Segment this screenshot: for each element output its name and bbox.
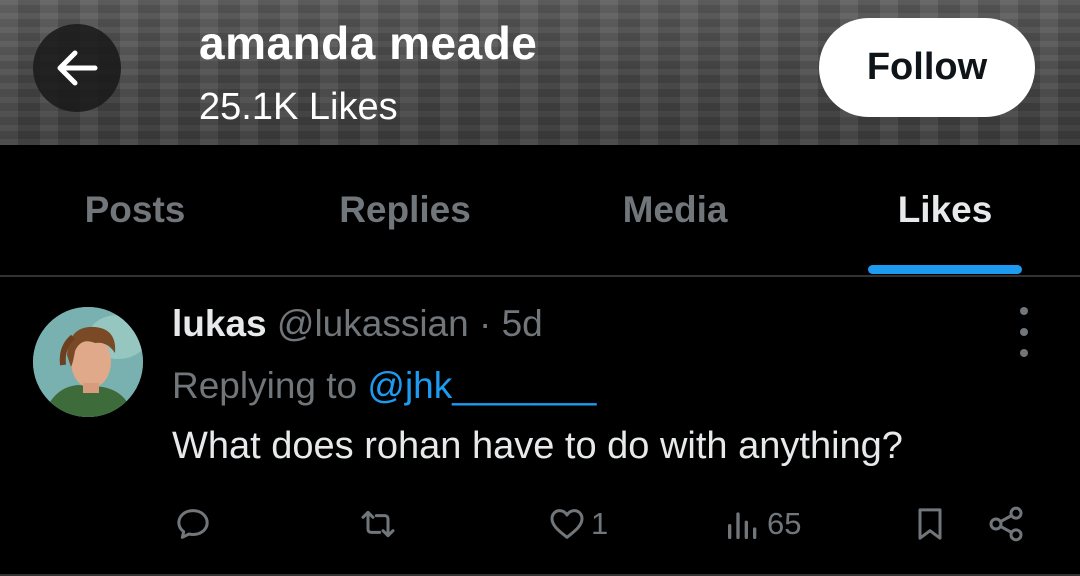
post-text: What does rohan have to do with anything…	[172, 425, 903, 467]
active-tab-indicator	[868, 265, 1022, 274]
back-button[interactable]	[33, 24, 121, 112]
reply-to-handle-link[interactable]: @jhk_______	[367, 365, 596, 406]
more-dot-icon	[1020, 307, 1028, 315]
replying-to-label: Replying to	[172, 365, 358, 406]
arrow-left-icon	[57, 50, 98, 86]
meta-separator: ·	[479, 303, 492, 344]
author-name[interactable]: lukas	[172, 303, 267, 344]
reply-icon	[177, 509, 209, 539]
share-button[interactable]	[986, 499, 1026, 549]
more-options-button[interactable]	[1008, 307, 1040, 357]
profile-tabs: Posts Replies Media Likes	[0, 145, 1080, 277]
like-button[interactable]: 1	[547, 499, 608, 549]
post-time[interactable]: 5d	[502, 303, 543, 344]
author-handle[interactable]: @lukassian	[277, 303, 469, 344]
reply-button[interactable]	[173, 499, 217, 549]
avatar-image	[33, 307, 143, 417]
replying-to: Replying to @jhk_______	[172, 365, 596, 407]
heart-icon	[550, 509, 584, 539]
bookmark-icon	[918, 508, 942, 540]
tab-likes[interactable]: Likes	[810, 145, 1080, 275]
share-icon	[989, 506, 1023, 542]
views-count: 65	[767, 506, 802, 541]
profile-header: amanda meade 25.1K Likes Follow	[0, 0, 1080, 145]
tab-media[interactable]: Media	[540, 145, 810, 275]
views-icon	[728, 512, 757, 539]
post-item[interactable]: lukas @lukassian · 5d Replying to @jhk__…	[0, 277, 1080, 576]
follow-button[interactable]: Follow	[819, 18, 1035, 117]
tab-replies[interactable]: Replies	[270, 145, 540, 275]
post-header: lukas @lukassian · 5d	[172, 303, 543, 345]
avatar[interactable]	[33, 307, 143, 417]
more-dot-icon	[1020, 328, 1028, 336]
likes-count: 25.1K Likes	[199, 86, 398, 128]
repost-button[interactable]	[358, 499, 402, 549]
bookmark-button[interactable]	[910, 499, 950, 549]
like-count: 1	[591, 506, 609, 541]
more-dot-icon	[1020, 349, 1028, 357]
repost-icon	[361, 510, 395, 538]
views-button[interactable]: 65	[723, 499, 801, 549]
tab-posts[interactable]: Posts	[0, 145, 270, 275]
profile-name: amanda meade	[199, 17, 538, 69]
post-actions: 1 65	[0, 499, 1080, 549]
